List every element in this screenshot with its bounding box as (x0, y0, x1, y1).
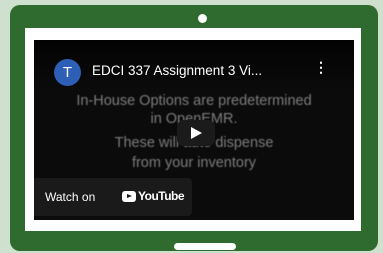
play-icon (191, 127, 202, 139)
video-caption-line-1: In-House Options are predetermined (76, 93, 312, 109)
watch-on-youtube-button[interactable]: Watch on YouTube (34, 178, 192, 216)
video-title[interactable]: EDCI 337 Assignment 3 Vi... (92, 62, 312, 80)
youtube-logo-icon (122, 191, 136, 202)
watch-on-label: Watch on (45, 190, 96, 204)
home-bar (174, 243, 236, 250)
youtube-wordmark: YouTube (138, 189, 185, 203)
more-options-icon[interactable]: ⋮ (314, 60, 328, 82)
video-caption-line-4: from your inventory (131, 155, 257, 171)
play-button[interactable] (177, 120, 215, 146)
camera-dot (198, 14, 207, 23)
channel-avatar[interactable]: T (54, 59, 81, 86)
video-player[interactable]: In-House Options are predetermined in Op… (34, 40, 354, 220)
